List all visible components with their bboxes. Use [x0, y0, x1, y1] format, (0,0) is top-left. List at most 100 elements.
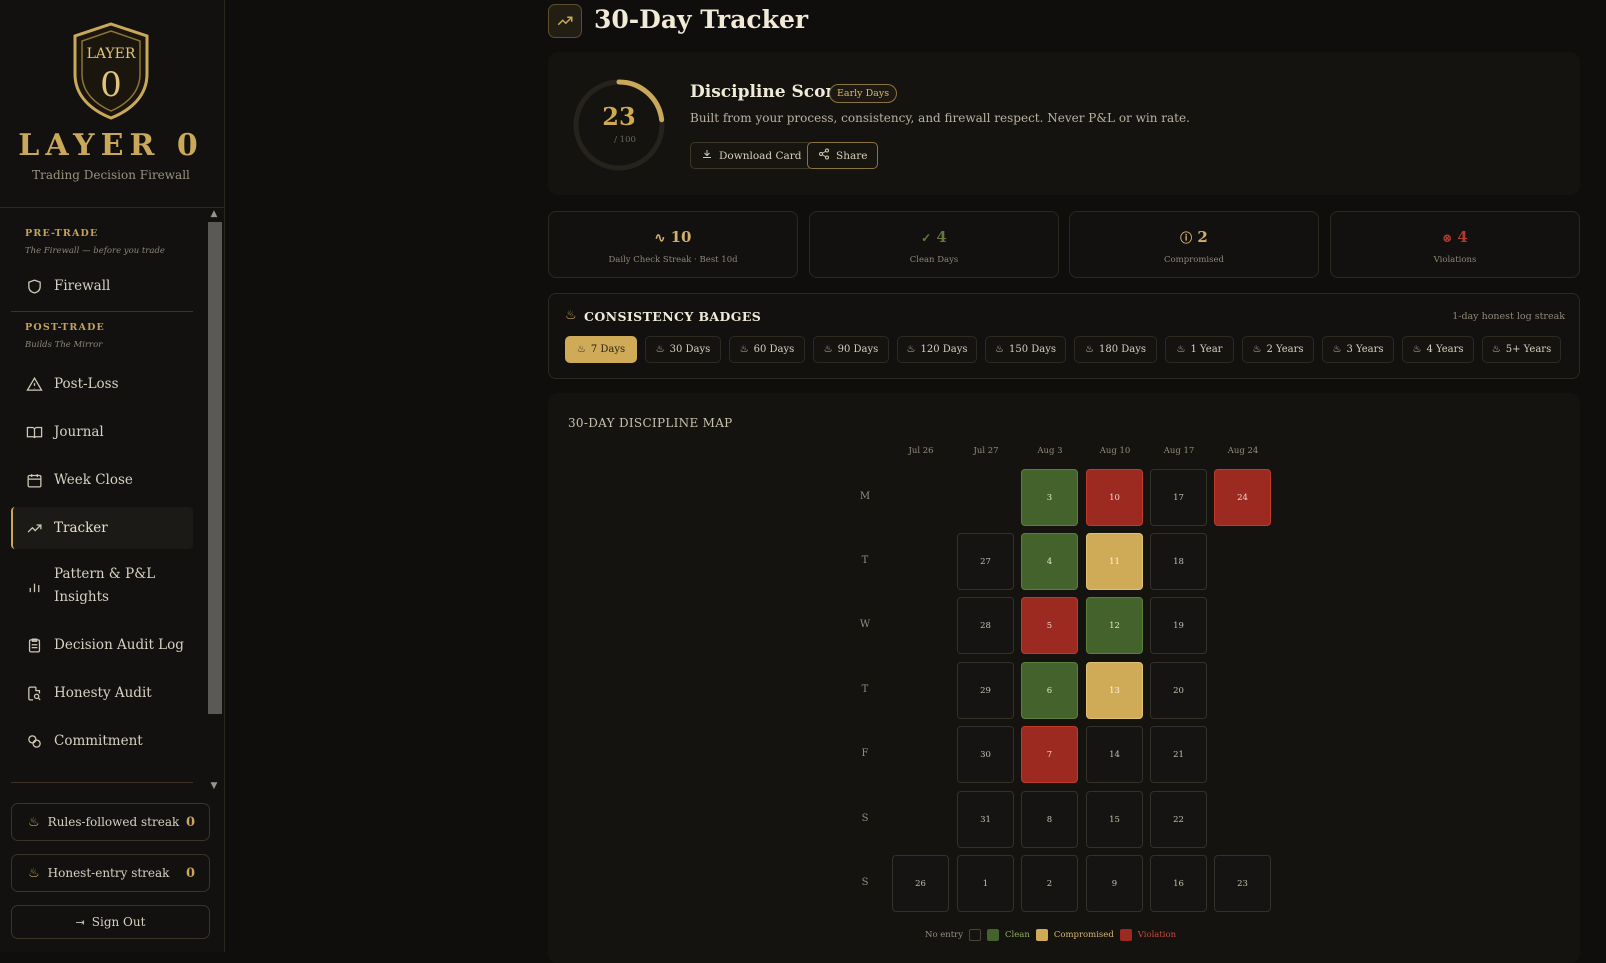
day-cell[interactable]: 13	[1086, 662, 1143, 719]
day-cell[interactable]: 7	[1021, 726, 1078, 783]
shield-digit: 0	[100, 65, 122, 105]
scroll-up-arrow-icon[interactable]: ▲	[206, 208, 222, 220]
flame-icon: ♨	[28, 865, 40, 881]
scroll-thumb[interactable]	[208, 222, 222, 714]
download-card-button[interactable]: Download Card	[690, 142, 813, 169]
sidebar-item-label: Tracker	[54, 520, 108, 536]
nav-scroll-area[interactable]: PRE-TRADE The Firewall — before you trad…	[0, 210, 225, 788]
sidebar-item-decision-audit-log[interactable]: Decision Audit Log	[11, 624, 193, 666]
share-label: Share	[836, 149, 868, 162]
day-cell[interactable]: 5	[1021, 597, 1078, 654]
day-cell[interactable]: 14	[1086, 726, 1143, 783]
badge-1-year[interactable]: ♨ 1 Year	[1165, 336, 1234, 363]
stat-value-row: ⓘ 2	[1070, 228, 1318, 246]
bar-chart-icon	[26, 578, 43, 595]
day-cell[interactable]: 29	[957, 662, 1014, 719]
day-cell[interactable]: 22	[1150, 791, 1207, 848]
sidebar-item-honesty-audit[interactable]: Honesty Audit	[11, 672, 193, 714]
week-label: Aug 10	[1099, 446, 1131, 456]
day-cell[interactable]: 4	[1021, 533, 1078, 590]
sidebar-item-firewall[interactable]: Firewall	[11, 265, 193, 307]
day-cell[interactable]: 16	[1150, 855, 1207, 912]
day-cell[interactable]: 8	[1021, 791, 1078, 848]
day-cell[interactable]: 30	[957, 726, 1014, 783]
badge-60-days[interactable]: ♨ 60 Days	[729, 336, 805, 363]
sidebar-item-commitment[interactable]: Commitment	[11, 720, 193, 762]
day-cell[interactable]: 19	[1150, 597, 1207, 654]
handshake-icon	[26, 733, 43, 750]
badge-3-years[interactable]: ♨ 3 Years	[1322, 336, 1394, 363]
badge-180-days[interactable]: ♨ 180 Days	[1074, 336, 1157, 363]
streak-label: Honest-entry streak	[47, 866, 170, 880]
sign-out-label: Sign Out	[91, 915, 146, 929]
day-cell[interactable]: 15	[1086, 791, 1143, 848]
sidebar-item-week-close[interactable]: Week Close	[11, 459, 193, 501]
day-cell[interactable]: 6	[1021, 662, 1078, 719]
day-cell[interactable]: 1	[957, 855, 1014, 912]
share-button[interactable]: Share	[807, 142, 879, 169]
shield-icon	[26, 278, 43, 295]
flame-icon: ♨	[823, 344, 833, 355]
section-title-posttrade: POST-TRADE	[25, 322, 105, 333]
badge-150-days[interactable]: ♨ 150 Days	[985, 336, 1066, 363]
badges-title: CONSISTENCY BADGES	[584, 309, 762, 324]
week-label: Jul 26	[908, 446, 934, 456]
badge-30-days[interactable]: ♨ 30 Days	[645, 336, 721, 363]
flame-icon: ♨	[576, 344, 586, 355]
day-cell[interactable]: 24	[1214, 469, 1271, 526]
sidebar-item-tracker[interactable]: Tracker	[11, 507, 193, 549]
sidebar-item-pattern-insights[interactable]: Pattern & P&L Insights	[11, 558, 193, 614]
stat-clean-days: ✓ 4 Clean Days	[809, 211, 1059, 278]
flame-icon: ♨	[1491, 344, 1501, 355]
badges-streak-note: 1-day honest log streak	[1452, 311, 1565, 322]
sidebar-item-post-loss[interactable]: Post-Loss	[11, 363, 193, 405]
day-cell[interactable]: 31	[957, 791, 1014, 848]
day-cell[interactable]: 10	[1086, 469, 1143, 526]
day-cell[interactable]: 18	[1150, 533, 1207, 590]
badge-120-days[interactable]: ♨ 120 Days	[897, 336, 977, 363]
badge-4-years[interactable]: ♨ 4 Years	[1402, 336, 1474, 363]
day-cell[interactable]: 23	[1214, 855, 1271, 912]
download-card-label: Download Card	[719, 149, 802, 162]
badge-90-days[interactable]: ♨ 90 Days	[813, 336, 889, 363]
score-level-badge: Early Days	[829, 84, 898, 103]
flame-icon: ♨	[565, 308, 577, 323]
sidebar-item-journal[interactable]: Journal	[11, 411, 193, 453]
flame-icon: ♨	[1332, 344, 1342, 355]
file-search-icon	[26, 685, 43, 702]
sign-out-button[interactable]: ⇥ Sign Out	[11, 905, 210, 939]
trend-up-icon	[26, 520, 43, 537]
day-cell[interactable]: 3	[1021, 469, 1078, 526]
score-max: / 100	[614, 135, 636, 145]
flame-icon: ♨	[655, 344, 665, 355]
section-subtitle-pretrade: The Firewall — before you trade	[25, 246, 165, 256]
day-cell[interactable]: 17	[1150, 469, 1207, 526]
weekday-label: S	[861, 877, 869, 888]
stat-value: 10	[670, 228, 692, 246]
stat-label: Daily Check Streak · Best 10d	[608, 255, 738, 265]
day-cell[interactable]: 12	[1086, 597, 1143, 654]
sidebar-item-label: Week Close	[54, 472, 133, 488]
alert-circle-icon: ⓘ	[1180, 231, 1193, 245]
badge-5-years[interactable]: ♨ 5+ Years	[1482, 336, 1561, 363]
day-cell[interactable]: 26	[892, 855, 949, 912]
day-cell[interactable]: 21	[1150, 726, 1207, 783]
badge-2-years[interactable]: ♨ 2 Years	[1242, 336, 1314, 363]
day-cell[interactable]: 28	[957, 597, 1014, 654]
badge-label: 30 Days	[669, 344, 711, 355]
badge-7-days[interactable]: ♨ 7 Days	[565, 336, 637, 363]
day-cell[interactable]: 2	[1021, 855, 1078, 912]
streak-label: Rules-followed streak	[47, 815, 180, 829]
day-cell[interactable]: 11	[1086, 533, 1143, 590]
legend-label: Violation	[1137, 930, 1177, 940]
weekday-label: T	[861, 555, 869, 566]
scroll-down-arrow-icon[interactable]: ▼	[206, 780, 222, 792]
sidebar-item-label: Pattern & P&L Insights	[54, 563, 155, 609]
weekday-label: W	[859, 619, 871, 630]
sidebar-scrollbar[interactable]: ▲ ▼	[206, 209, 222, 791]
legend-swatch	[1035, 929, 1048, 941]
day-cell[interactable]: 27	[957, 533, 1014, 590]
day-cell[interactable]: 9	[1086, 855, 1143, 912]
day-cell[interactable]: 20	[1150, 662, 1207, 719]
stat-label: Violations	[1433, 255, 1477, 265]
